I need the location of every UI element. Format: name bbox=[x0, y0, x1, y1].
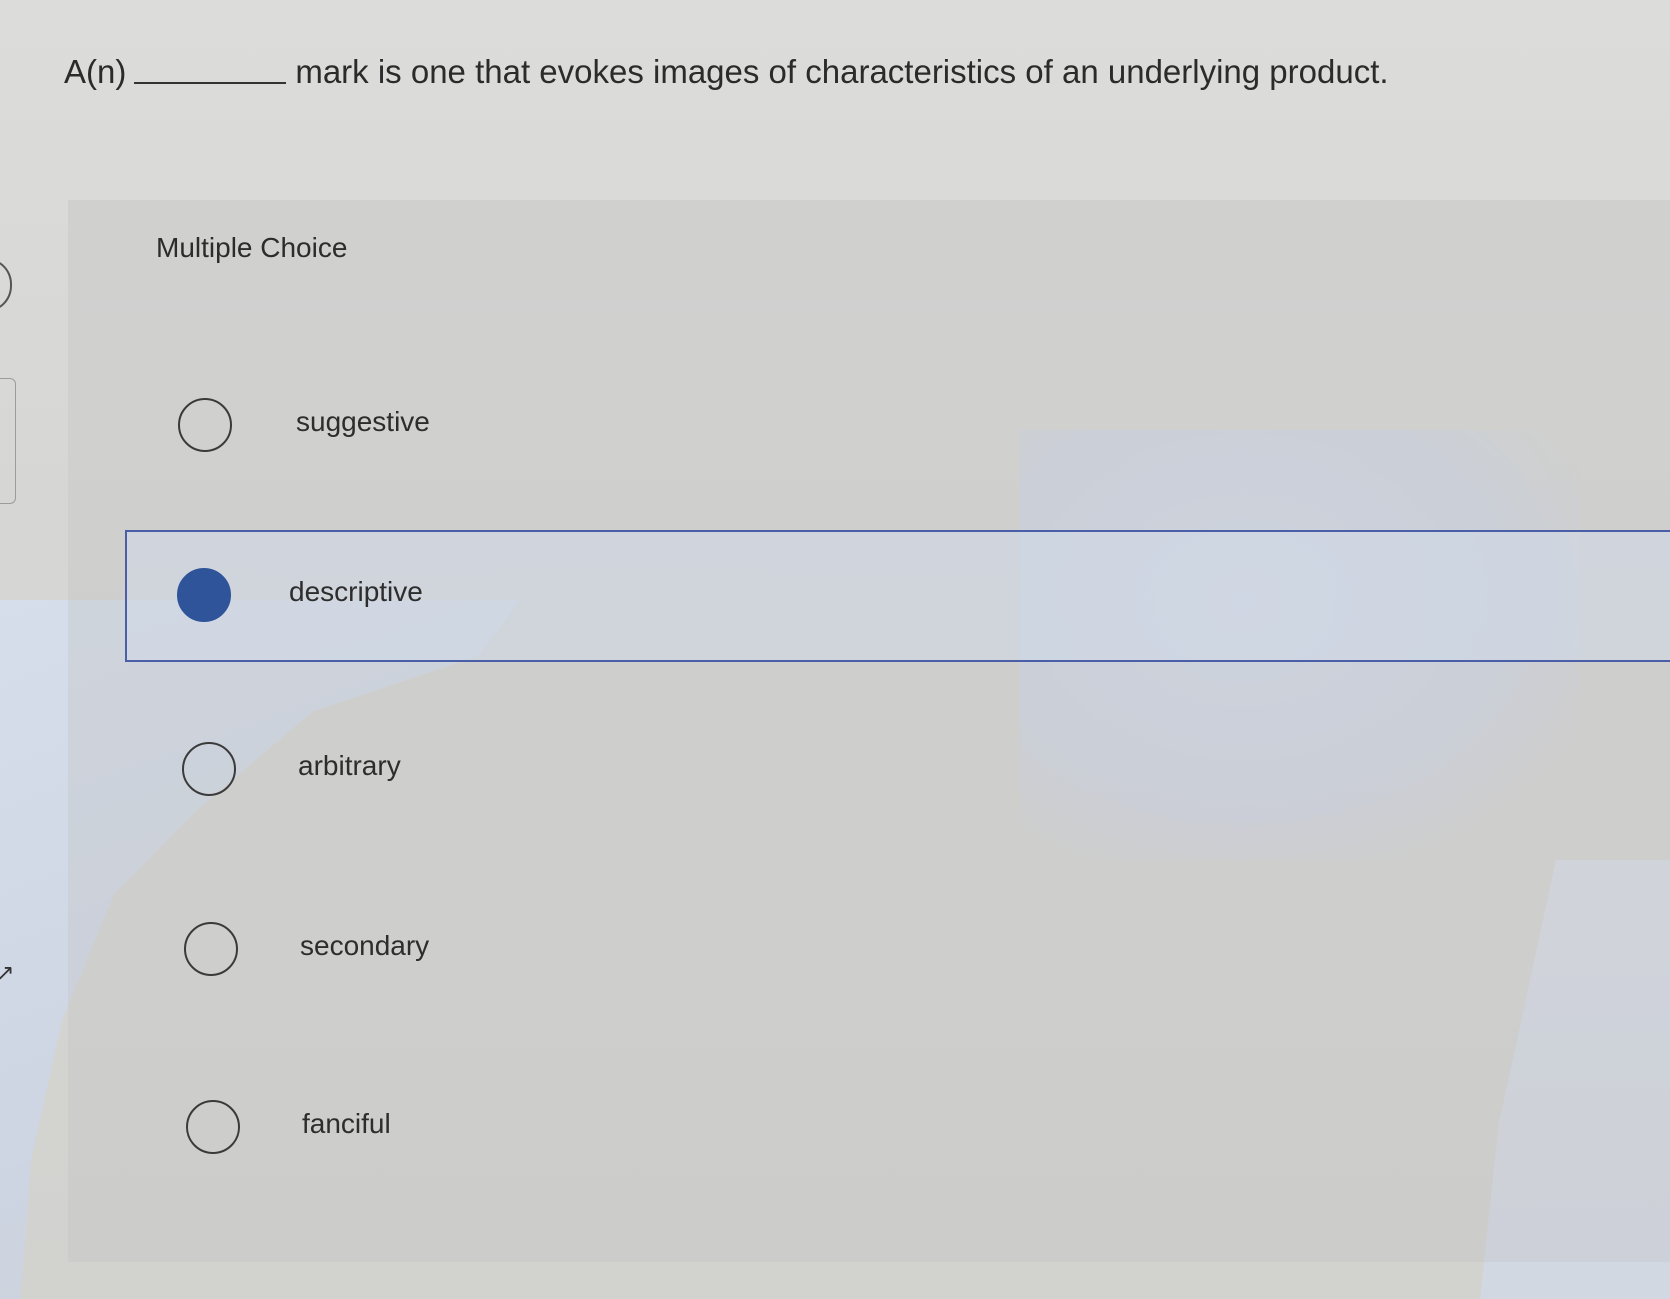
radio-button[interactable] bbox=[186, 1100, 240, 1154]
option-label: arbitrary bbox=[298, 750, 401, 781]
panel-title: Multiple Choice bbox=[156, 232, 348, 263]
question-text: A(n) mark is one that evokes images of c… bbox=[64, 48, 1389, 96]
option-suggestive[interactable]: suggestive bbox=[128, 360, 1670, 492]
option-arbitrary[interactable]: arbitrary bbox=[128, 704, 1670, 836]
screen: ↗ A(n) mark is one that evokes images of… bbox=[0, 0, 1670, 1299]
edge-control[interactable] bbox=[0, 258, 12, 312]
answer-blank bbox=[134, 81, 287, 84]
option-descriptive[interactable]: descriptive bbox=[125, 530, 1670, 662]
option-label: fanciful bbox=[302, 1108, 391, 1139]
edge-panel bbox=[0, 378, 16, 504]
radio-button[interactable] bbox=[184, 922, 238, 976]
option-label: suggestive bbox=[296, 406, 430, 437]
arrow-icon[interactable]: ↗ bbox=[0, 960, 14, 986]
question-suffix: mark is one that evokes images of charac… bbox=[295, 53, 1389, 90]
option-label: secondary bbox=[300, 930, 430, 961]
option-secondary[interactable]: secondary bbox=[128, 884, 1670, 1016]
radio-button[interactable] bbox=[182, 742, 236, 796]
question-prefix: A(n) bbox=[64, 53, 127, 90]
radio-button-selected[interactable] bbox=[177, 568, 231, 622]
option-label: descriptive bbox=[289, 576, 423, 607]
radio-button[interactable] bbox=[178, 398, 232, 452]
option-fanciful[interactable]: fanciful bbox=[128, 1062, 1670, 1194]
